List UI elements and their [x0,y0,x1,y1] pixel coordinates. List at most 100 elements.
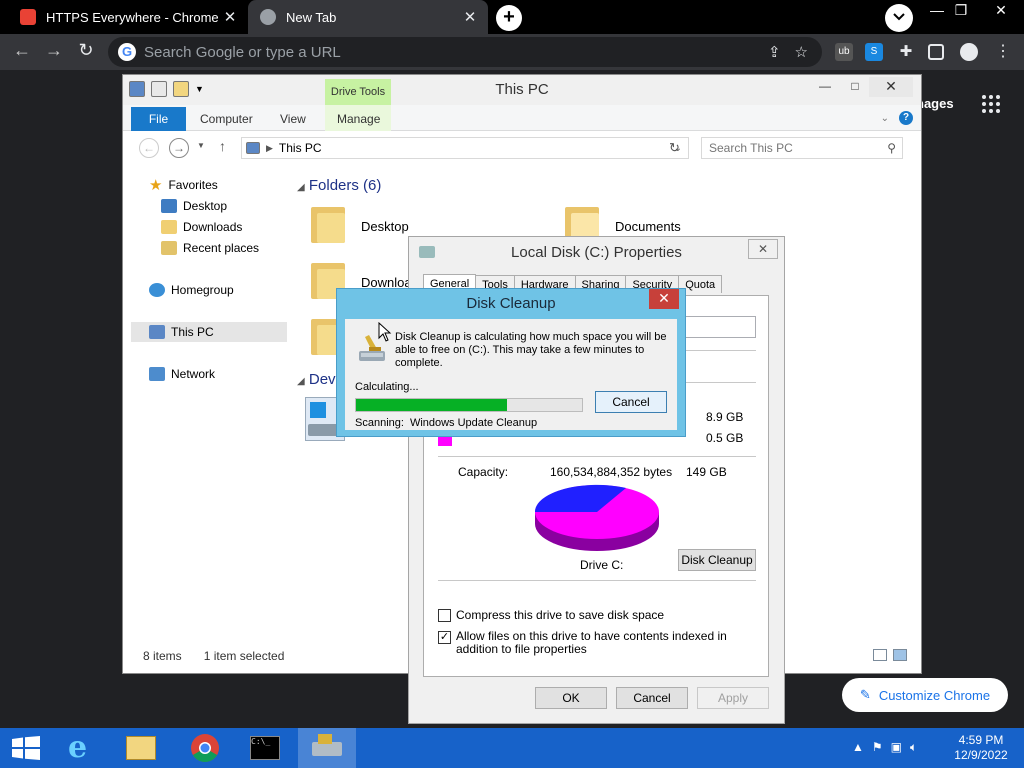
cancel-button[interactable]: Cancel [595,391,667,413]
taskbar-internet-explorer[interactable]: e [54,728,112,768]
nav-homegroup[interactable]: Homegroup [149,280,234,300]
scanning-label: Scanning: [355,417,404,429]
nav-label: This PC [171,325,214,339]
refresh-icon[interactable]: ↻ [669,140,680,156]
share-icon[interactable]: ⇪ [768,43,781,61]
nav-desktop[interactable]: Desktop [161,196,227,216]
checkmark-icon[interactable]: ✓ [438,631,451,644]
up-arrow-icon[interactable]: ↑ [219,138,226,154]
expand-ribbon-icon[interactable]: ⌄ [881,113,889,124]
minimize-button[interactable]: — [815,79,835,93]
mouse-cursor-icon [378,322,392,342]
nav-label: Recent places [183,241,260,255]
ublock-extension-icon[interactable]: ub [835,43,853,61]
reload-button[interactable]: ↻ [74,40,98,61]
close-tab-icon[interactable]: ✕ [460,8,480,26]
tab-manage[interactable]: Manage [337,112,380,126]
command-prompt-icon: C:\_ [250,736,280,760]
dialog-body: Disk Cleanup is calculating how much spa… [345,319,677,430]
help-icon[interactable]: ? [899,111,913,125]
clock[interactable]: 4:59 PM 12/9/2022 [950,733,1012,763]
tab-view[interactable]: View [280,112,306,126]
nav-downloads[interactable]: Downloads [161,217,242,237]
cancel-button[interactable]: Cancel [616,687,688,709]
taskbar: e C:\_ ▲ ⚑ ▣ 🔈︎ 4:59 PM 12/9/2022 [0,728,1024,768]
close-button[interactable]: ✕ [869,77,913,97]
close-tab-icon[interactable]: ✕ [220,8,240,26]
restore-window-button[interactable]: ❐ [946,2,976,19]
back-button[interactable]: ← [10,40,34,61]
customize-chrome-button[interactable]: ✎ Customize Chrome [842,678,1008,712]
chrome-icon [260,9,276,25]
volume-icon[interactable]: 🔈︎ [910,740,917,755]
forward-button[interactable]: → [42,40,66,61]
taskbar-command-prompt[interactable]: C:\_ [236,728,294,768]
system-tray: ▲ ⚑ ▣ 🔈︎ [852,740,917,755]
index-contents-checkbox[interactable]: ✓ Allow files on this drive to have cont… [438,630,758,656]
ok-button[interactable]: OK [535,687,607,709]
progress-fill [356,399,508,411]
apply-button[interactable]: Apply [697,687,769,709]
clock-time: 4:59 PM [958,733,1004,747]
profile-avatar-icon[interactable] [960,43,978,61]
google-apps-icon[interactable] [982,95,1000,113]
pencil-icon: ✎ [859,687,871,702]
back-arrow-icon[interactable]: ← [139,138,159,158]
forward-arrow-icon[interactable]: → [169,138,189,158]
folders-header-label: Folders (6) [308,177,382,194]
compress-drive-checkbox[interactable]: Compress this drive to save disk space [438,608,758,622]
breadcrumb-arrow-icon[interactable]: ▶ [266,143,273,154]
scanning-status: Scanning: Windows Update Cleanup [355,417,537,429]
large-icons-view-icon[interactable] [893,649,907,661]
customize-chrome-label: Customize Chrome [878,687,991,703]
nav-label: Favorites [168,178,218,192]
bookmark-star-icon[interactable]: ☆ [795,43,808,61]
close-button[interactable]: ✕ [748,239,778,259]
close-button[interactable]: ✕ [649,289,679,309]
address-bar[interactable]: ▶ This PC ⌄ [241,137,689,159]
folder-documents-label[interactable]: Documents [615,219,681,234]
tab-computer[interactable]: Computer [200,112,253,126]
close-window-button[interactable]: ✕ [986,2,1016,19]
new-tab-button[interactable]: + [496,5,522,31]
action-center-flag-icon[interactable]: ⚑ [872,740,883,755]
nav-label: Homegroup [171,283,234,297]
nav-this-pc[interactable]: This PC [131,322,287,342]
taskbar-chrome[interactable] [176,728,234,768]
checkbox-box[interactable] [438,609,451,622]
devices-group-header[interactable]: ◢ Dev [297,371,336,388]
separator [438,456,756,457]
search-box[interactable]: Search This PC ⚲ [701,137,903,159]
folder-icon[interactable] [311,203,345,243]
recent-locations-icon[interactable]: ▼ [197,141,205,150]
omnibox[interactable]: G Search Google or type a URL ⇪ ☆ [108,37,822,67]
s-extension-icon[interactable]: S [865,43,883,61]
search-icon: ⚲ [887,141,896,155]
downloads-icon [161,220,177,234]
folders-group-header[interactable]: ◢ Folders (6) [297,177,381,194]
folder-desktop-label[interactable]: Desktop [361,219,409,234]
taskbar-file-explorer[interactable] [112,728,170,768]
dialog-title: Local Disk (C:) Properties [511,244,682,261]
nav-recent-places[interactable]: Recent places [161,238,259,258]
nav-label: Network [171,367,216,381]
side-panel-icon[interactable] [928,44,944,60]
maximize-button[interactable]: □ [845,79,865,93]
ribbon: File Computer View Manage ⌄ ? [123,105,921,131]
taskbar-disk-cleanup[interactable] [298,728,356,768]
chrome-menu-icon[interactable]: ⋮ [994,43,1012,61]
start-button[interactable] [0,728,58,768]
details-view-icon[interactable] [873,649,887,661]
nav-favorites[interactable]: ★ Favorites [149,175,218,195]
extensions-puzzle-icon[interactable]: ✚ [897,43,915,61]
address-text: This PC [278,141,322,155]
file-tab[interactable]: File [131,107,186,131]
nav-network[interactable]: Network [149,364,215,384]
chevron-down-icon [893,13,905,21]
tab-https-everywhere[interactable]: HTTPS Everywhere - Chrome Web ✕ [8,0,248,34]
tab-search-button[interactable] [885,4,913,32]
tab-new-tab[interactable]: New Tab ✕ [248,0,488,34]
disk-cleanup-button[interactable]: Disk Cleanup [678,549,756,571]
network-icon[interactable]: ▣ [891,740,902,755]
show-hidden-icons-icon[interactable]: ▲ [852,740,864,755]
